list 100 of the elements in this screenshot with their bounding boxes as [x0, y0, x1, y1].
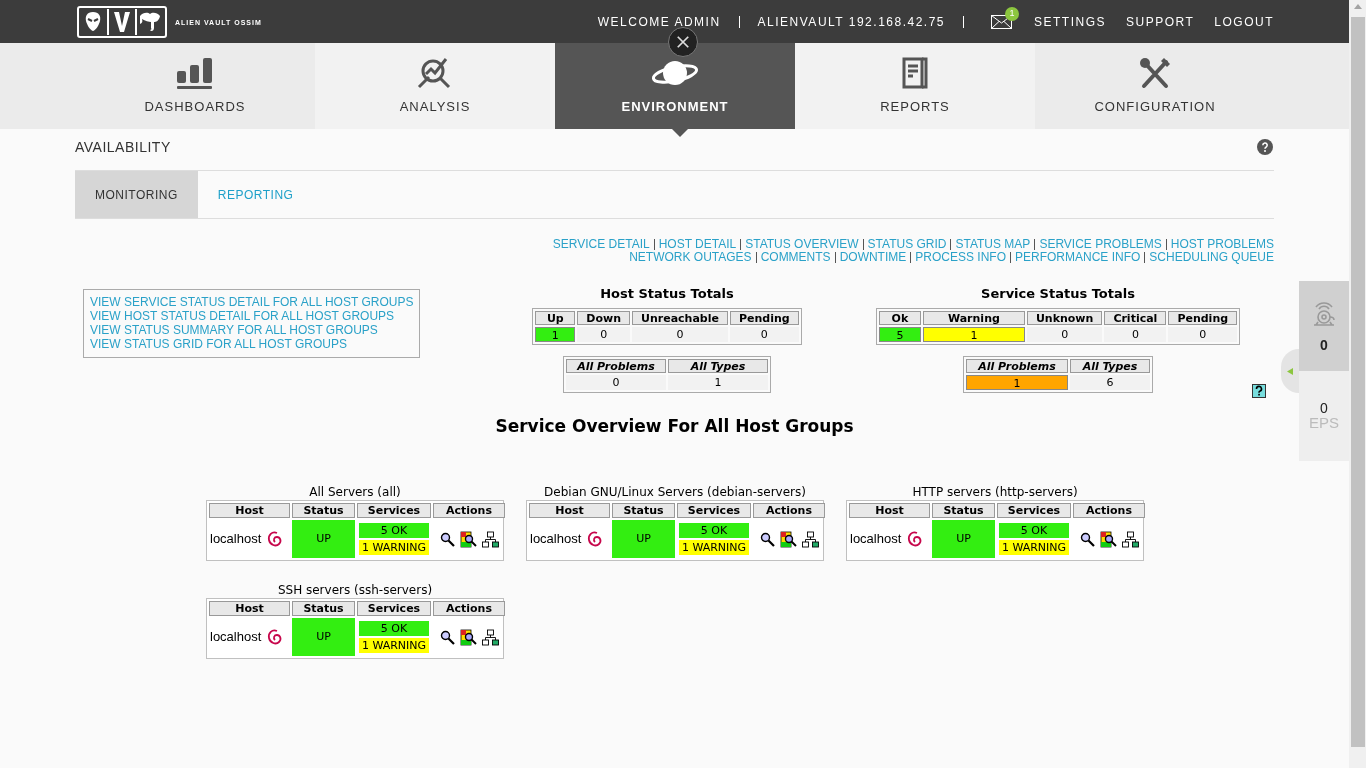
chart-search-icon[interactable] [779, 530, 797, 548]
network-tree-icon[interactable] [481, 530, 499, 548]
column-header: Host [849, 503, 930, 518]
mail-icon[interactable] [991, 14, 1012, 29]
nav-tab[interactable]: ENVIRONMENT [555, 43, 795, 129]
nav-tab[interactable]: ANALYSIS [315, 43, 555, 129]
search-icon[interactable] [759, 531, 775, 547]
search-icon[interactable] [439, 531, 455, 547]
column-header: Host [209, 601, 290, 616]
search-icon[interactable] [1079, 531, 1095, 547]
table-cell: 1 [668, 374, 768, 390]
table-cell: 0 [1104, 326, 1167, 342]
bell-icon [1311, 301, 1337, 329]
header-link[interactable]: SUPPORT [1126, 12, 1195, 31]
nav-tab[interactable]: DASHBOARDS [0, 43, 315, 129]
eps-count: 0 [1320, 401, 1328, 415]
service-count[interactable]: 1 WARNING [679, 540, 749, 555]
column-header: Status [292, 601, 355, 616]
header-link[interactable]: LOGOUT [1214, 12, 1274, 31]
swirl-icon [267, 628, 284, 646]
service-count[interactable]: 5 OK [999, 523, 1069, 538]
scrollbar[interactable] [1349, 0, 1366, 768]
column-header: Warning [922, 310, 1025, 325]
column-header: Status [932, 503, 995, 518]
column-header: Status [612, 503, 675, 518]
status-cell: UP [292, 520, 355, 558]
page-title: AVAILABILITY [75, 137, 171, 157]
table-cell: 6 [1070, 374, 1150, 390]
table-title: Service Status Totals [981, 285, 1135, 303]
section-title: Service Overview For All Host Groups [494, 414, 855, 438]
swirl-icon [587, 530, 604, 548]
status-cell: UP [932, 520, 995, 558]
search-icon[interactable] [439, 629, 455, 645]
scrollbar-thumb[interactable] [1350, 17, 1365, 747]
column-header: All Problems [966, 358, 1068, 373]
table-cell: 0 [1026, 326, 1103, 342]
table-cell: 1 [966, 374, 1068, 390]
column-header: Ok [878, 310, 921, 325]
host-name[interactable]: localhost [530, 529, 582, 549]
service-count[interactable]: 5 OK [359, 621, 429, 636]
header-link[interactable]: SETTINGS [1034, 12, 1107, 31]
status-cell: UP [612, 520, 675, 558]
host-name[interactable]: localhost [850, 529, 902, 549]
column-header: Up [535, 310, 576, 325]
column-header: Actions [753, 503, 825, 518]
table-cell: 0 [632, 326, 728, 342]
column-header: Services [677, 503, 751, 518]
table-cell: 0 [566, 374, 666, 390]
alarms-panel[interactable]: 0 [1299, 281, 1349, 371]
alarm-count: 0 [1320, 336, 1328, 355]
table-cell: 0 [577, 326, 630, 342]
column-header: Host [209, 503, 290, 518]
column-header: Services [357, 601, 431, 616]
notification-badge: 1 [1005, 6, 1019, 21]
group-title: HTTP servers (http-servers) [912, 485, 1078, 499]
chart-search-icon[interactable] [459, 628, 477, 646]
host-name[interactable]: localhost [210, 627, 262, 647]
service-count[interactable]: 5 OK [359, 523, 429, 538]
network-tree-icon[interactable] [801, 530, 819, 548]
swirl-icon [267, 530, 284, 548]
column-header: Pending [729, 310, 799, 325]
status-cell: UP [292, 618, 355, 656]
service-count[interactable]: 1 WARNING [999, 540, 1069, 555]
table-cell: 5 [878, 326, 921, 342]
logo-icon [77, 5, 167, 38]
tools-icon [1138, 55, 1172, 90]
service-count[interactable]: 5 OK [679, 523, 749, 538]
table-cell: 1 [922, 326, 1025, 342]
network-tree-icon[interactable] [1121, 530, 1139, 548]
document-icon [901, 55, 929, 90]
close-icon [676, 35, 690, 49]
chart-search-icon[interactable] [459, 530, 477, 548]
service-count[interactable]: 1 WARNING [359, 638, 429, 653]
nav-tab[interactable]: CONFIGURATION [1035, 43, 1349, 129]
column-header: Status [292, 503, 355, 518]
column-header: Actions [1073, 503, 1145, 518]
column-header: Services [357, 503, 431, 518]
triangle-icon [1287, 367, 1293, 375]
group-title: Debian GNU/Linux Servers (debian-servers) [544, 485, 806, 499]
nav-tab[interactable]: REPORTS [795, 43, 1035, 129]
column-header: All Types [668, 358, 768, 373]
column-header: Down [577, 310, 630, 325]
column-header: Services [997, 503, 1071, 518]
column-header: Actions [433, 503, 505, 518]
host-name[interactable]: localhost [210, 529, 262, 549]
host-label: ALIENVAULT 192.168.42.75 [757, 13, 945, 31]
tab-pointer-icon [671, 129, 688, 137]
service-count[interactable]: 1 WARNING [359, 540, 429, 555]
help-icon[interactable] [1257, 139, 1273, 155]
help-icon[interactable] [1252, 384, 1266, 398]
bar-chart-icon [176, 57, 214, 90]
group-title: SSH servers (ssh-servers) [277, 583, 433, 597]
subtab[interactable]: MONITORING [75, 171, 198, 218]
column-header: Unreachable [632, 310, 728, 325]
chart-search-icon[interactable] [1099, 530, 1117, 548]
column-header: Critical [1104, 310, 1167, 325]
column-header: All Problems [566, 358, 666, 373]
network-tree-icon[interactable] [481, 628, 499, 646]
column-header: Host [529, 503, 610, 518]
column-header: All Types [1070, 358, 1150, 373]
